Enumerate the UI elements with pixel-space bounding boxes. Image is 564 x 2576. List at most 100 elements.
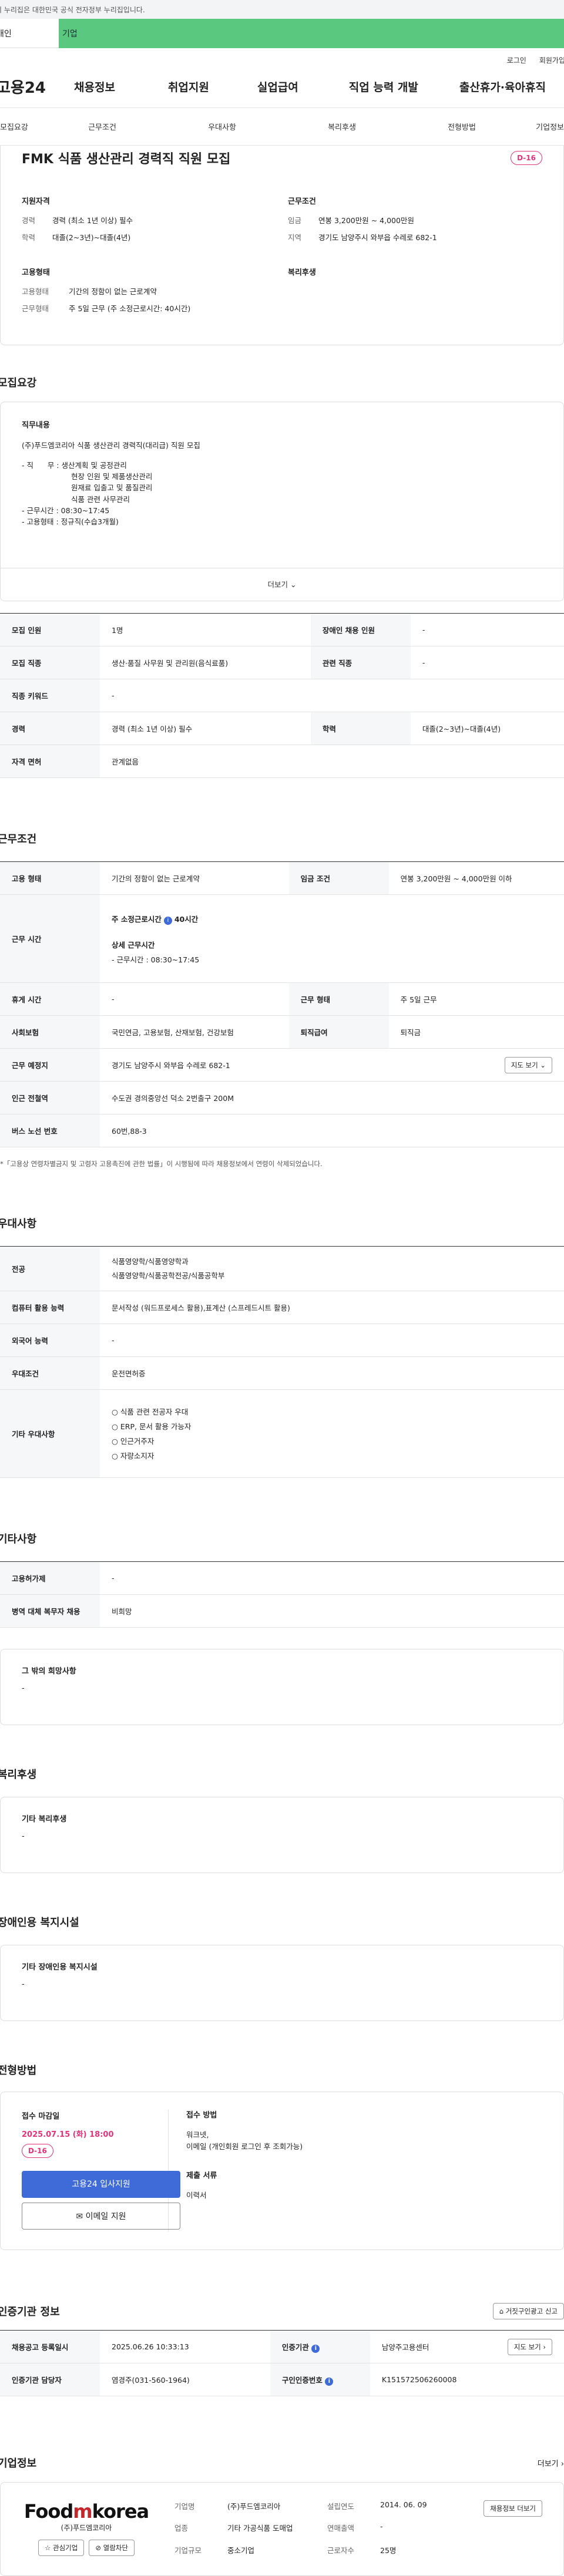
company-more-link[interactable]: 더보기 ›: [538, 2457, 564, 2469]
user-type-tabs: 개인 기업: [0, 19, 564, 48]
agency-map-button[interactable]: 지도 보기 ›: [507, 2338, 552, 2355]
tab-welfare[interactable]: 복리후생: [282, 121, 402, 132]
block-label: 열람차단: [103, 2544, 128, 2552]
value: 국민연금, 고용보험, 산재보험, 건강보험: [100, 1015, 289, 1049]
chevron-right-icon: ›: [543, 2342, 546, 2351]
section-pref-title: 우대사항: [0, 1218, 37, 1230]
label: 인증기관: [281, 2342, 309, 2352]
tab-selection[interactable]: 전형방법: [402, 121, 522, 132]
info-icon[interactable]: i: [163, 916, 172, 925]
company-jobs-button[interactable]: 채용정보 더보기: [484, 2500, 542, 2517]
label: 장애인 채용 인원: [310, 613, 411, 646]
employment-block: 고용형태 고용형태 기간의 정함이 없는 근로계약 근무형태 주 5일 근무 (주 …: [22, 266, 276, 319]
value: 기타 가공식품 도매업: [227, 2524, 293, 2533]
tab-company[interactable]: 기업정보: [522, 121, 564, 132]
value: 운전면허증: [100, 1356, 564, 1390]
pref-table: 전공 식품영양학/식품영양학과 식품영양학/식품공학전공/식품공학부 컴퓨터 활용 …: [0, 1246, 564, 1478]
tab-corp[interactable]: 기업: [59, 19, 564, 48]
value: -: [100, 1561, 564, 1595]
label-cell: 인증기관 i: [270, 2330, 370, 2363]
logo-part: Food: [24, 2500, 73, 2523]
cond-title: 근무조건: [288, 197, 316, 206]
agency-cell: 남양주고용센터 지도 보기 ›: [370, 2330, 564, 2363]
value: 대졸(2~3년)~대졸(4년): [52, 233, 131, 242]
value: 2025.06.26 10:33:13: [100, 2330, 270, 2363]
apply-right: 접수 방법 워크넷, 이메일 (개인회원 로그인 후 조회가능) 제출 서류 이…: [169, 2110, 303, 2232]
tab-recruit[interactable]: 모집요강: [0, 121, 42, 132]
qualification-block: 지원자격 경력 경력 (최소 1년 이상) 필수 학력 대졸(2~3년)~대졸(4년…: [22, 195, 276, 248]
label: 임금: [288, 216, 302, 225]
report-fake-ad-button[interactable]: ⌂ 거짓구인광고 신고: [492, 2303, 564, 2319]
apply-left: 접수 마감일 2025.07.15 (화) 18:00 D-16 고용24 입사…: [22, 2110, 180, 2232]
work-hours-cell: 주 소정근로시간 i 40시간 상세 근무시간 - 근무시간 : 08:30~1…: [100, 894, 564, 983]
tab-preferences[interactable]: 우대사항: [162, 121, 282, 132]
email-apply-button[interactable]: ✉ 이메일 지원: [22, 2203, 180, 2230]
cert-table: 채용공고 등록일시 2025.06.26 10:33:13 인증기관 i 남양주고용센…: [0, 2330, 564, 2396]
block-icon: ⊘: [95, 2544, 101, 2552]
detail-line: 원재료 입출고 및 품질관리: [71, 483, 153, 493]
anchor-tabs: 모집요강 근무조건 우대사항 복리후생 전형방법 기업정보: [0, 108, 564, 146]
company-header: 기업정보 더보기 ›: [0, 2455, 564, 2470]
chevron-right-icon: ›: [560, 2459, 564, 2469]
label: 근무 시간: [0, 894, 100, 983]
value: - 근무시간 : 08:30~17:45: [112, 955, 200, 964]
tab-personal[interactable]: 개인: [0, 19, 59, 48]
map-button[interactable]: 지도 보기 ⌄: [504, 1056, 552, 1073]
home-icon: ⌂: [499, 2307, 504, 2315]
join-link[interactable]: 회원가입: [539, 55, 564, 66]
value: 식품영양학/식품영양학과: [112, 1257, 189, 1266]
gnb-training[interactable]: 직업 능력 개발: [349, 79, 418, 95]
detail-line: (주)푸드엠코리아 식품 생산관리 경력직(대리급) 직원 모집: [22, 441, 200, 450]
value: 주 5일 근무 (주 소정근로시간: 40시간): [69, 304, 191, 313]
label: 자격 면허: [0, 745, 100, 778]
value: 60번,88-3: [100, 1114, 564, 1147]
info-icon[interactable]: i: [325, 2377, 334, 2386]
more-button[interactable]: 더보기 ⌄: [1, 568, 563, 601]
value: 기간의 정함이 없는 근로계약: [100, 861, 289, 895]
gnb-unemployment[interactable]: 실업급여: [257, 79, 298, 95]
deadline-value: 2025.07.15 (화) 18:00: [22, 2130, 114, 2139]
value: 비희망: [100, 1594, 564, 1628]
value: 이력서: [186, 2190, 207, 2200]
welfare-block: 복리후생: [288, 266, 542, 319]
apply-button[interactable]: 고용24 입사지원: [22, 2171, 180, 2198]
label: 근무 형태: [288, 982, 389, 1016]
chevron-down-icon: ⌄: [290, 580, 297, 589]
block-company-button[interactable]: ⊘ 열람차단: [89, 2540, 135, 2556]
dday-badge: D-16: [22, 2144, 53, 2158]
value: -: [22, 1684, 25, 1693]
value: -: [100, 679, 564, 712]
value: -: [100, 982, 289, 1016]
major-cell: 식품영양학/식품영양학과 식품영양학/식품공학전공/식품공학부: [100, 1246, 564, 1291]
tab-conditions[interactable]: 근무조건: [42, 121, 162, 132]
value: 경기도 남양주시 와부읍 수레로 682-1: [318, 233, 437, 242]
hope-box: 그 밖의 희망사항 -: [0, 1649, 564, 1725]
gnb-employment-support[interactable]: 취업지원: [168, 79, 209, 95]
value: 수도권 경의중앙선 덕소 2번출구 200M: [100, 1081, 564, 1114]
star-icon: ☆: [45, 2544, 51, 2552]
section-disabled-title: 장애인용 복지시설: [0, 1917, 79, 1929]
disabled-box: 기타 장애인용 복지시설 -: [0, 1945, 564, 2021]
more-label: 더보기: [537, 2459, 559, 2469]
section-recruit-title: 모집요강: [0, 377, 37, 389]
label: 외국어 능력: [0, 1324, 100, 1357]
value: 주 소정근로시간: [112, 914, 162, 924]
gnb-parental-leave[interactable]: 출산휴가·육아휴직: [459, 79, 546, 95]
gnb-jobs[interactable]: 채용정보: [74, 79, 115, 95]
job-summary-card: FMK 식품 생산관리 경력직 직원 모집 D-16 지원자격 경력 경력 (최소…: [0, 146, 564, 345]
welfare-box: 기타 복리후생 -: [0, 1797, 564, 1873]
label: 우대조건: [0, 1356, 100, 1390]
site-logo[interactable]: 고용24: [0, 76, 67, 97]
value: 이메일 (개인회원 로그인 후 조회가능): [186, 2141, 303, 2151]
map-label: 지도 보기: [511, 1060, 538, 1069]
label: 학력: [310, 712, 411, 745]
label: 채용공고 등록일시: [0, 2330, 100, 2363]
label: 학력: [22, 233, 36, 242]
value: K151572506260008: [370, 2363, 564, 2396]
value: 경기도 남양주시 와부읍 수레로 682-1: [112, 1061, 230, 1070]
favorite-company-button[interactable]: ☆ 관심기업: [38, 2540, 85, 2556]
info-icon[interactable]: i: [311, 2344, 320, 2353]
value: -: [22, 1980, 25, 1989]
login-link[interactable]: 로그인: [507, 55, 526, 66]
label: 인근 전철역: [0, 1081, 100, 1114]
